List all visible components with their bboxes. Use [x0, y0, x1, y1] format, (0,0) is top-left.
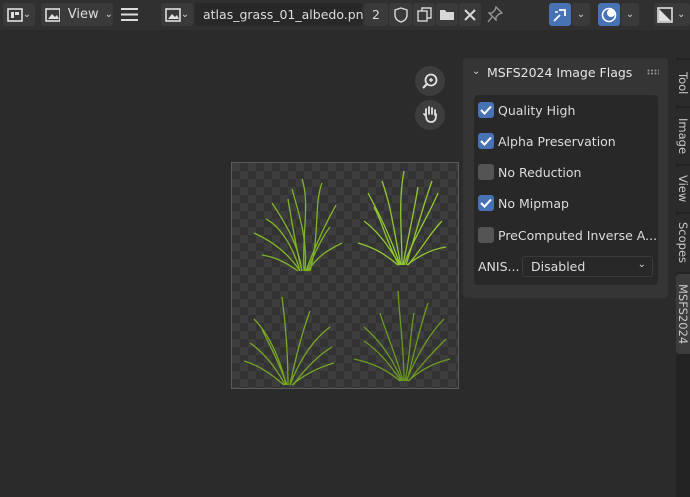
shield-icon [393, 6, 408, 23]
tab-tool-label: Tool [676, 71, 690, 95]
chevron-down-icon: ⌄ [180, 9, 190, 20]
tab-msfs2024[interactable]: MSFS2024 [676, 274, 690, 354]
image-name-text: atlas_grass_01_albedo.png [203, 7, 372, 22]
fake-user-button[interactable] [389, 3, 412, 26]
checkbox-checked-icon[interactable] [478, 133, 494, 149]
checkbox-checked-icon[interactable] [478, 195, 494, 211]
overlay-toggle-button[interactable] [598, 3, 620, 26]
tab-tool[interactable]: Tool [676, 60, 690, 106]
grass-tuft-1 [253, 178, 343, 272]
chevron-down-icon: ⌄ [104, 9, 113, 20]
anisotropy-select[interactable]: Disabled ⌄ [522, 256, 653, 277]
no-mipmap-checkbox[interactable]: No Mipmap [478, 192, 569, 214]
overlay-dropdown[interactable]: ⌄ [621, 3, 639, 26]
no-mipmap-label: No Mipmap [498, 195, 569, 211]
pin-icon[interactable] [487, 5, 504, 28]
pan-view-button[interactable] [415, 100, 445, 130]
quality-high-label: Quality High [498, 102, 576, 118]
image-name-field[interactable]: atlas_grass_01_albedo.png [195, 3, 372, 26]
anisotropy-label: ANIS... [478, 259, 520, 274]
tab-scopes-label: Scopes [676, 222, 690, 264]
sample-tool-icon [553, 8, 566, 22]
user-count-button[interactable]: 2 [364, 3, 388, 26]
editor-type-button[interactable]: ⌄ [3, 3, 35, 26]
tab-scopes[interactable]: Scopes [676, 214, 690, 272]
open-image-button[interactable] [436, 3, 458, 26]
chevron-down-icon: ⌄ [576, 9, 586, 20]
duplicate-button[interactable] [413, 3, 435, 26]
image-icon [45, 7, 60, 22]
tab-image[interactable]: Image [676, 108, 690, 164]
alpha-preservation-label: Alpha Preservation [498, 133, 616, 149]
display-channels-button[interactable]: ⌄ [654, 3, 690, 26]
grass-tuft-3 [243, 296, 335, 386]
duplicate-icon [416, 7, 432, 22]
image-editor-header: ⌄ View ⌄ ⌄ atlas_grass_01_albedo.png 2 ⌄ [0, 0, 690, 30]
panel-title[interactable]: MSFS2024 Image Flags [487, 65, 632, 80]
anisotropy-value: Disabled [531, 259, 586, 274]
tab-view-label: View [676, 175, 690, 203]
checkbox-unchecked-icon[interactable] [478, 227, 494, 243]
image-editor-icon [6, 7, 23, 22]
close-icon [464, 8, 476, 21]
overlay-icon [601, 7, 617, 22]
chevron-down-icon: ⌄ [22, 9, 32, 20]
chevron-down-icon: ⌄ [625, 9, 635, 20]
tab-image-label: Image [676, 117, 690, 155]
chevron-down-icon: ⌄ [637, 259, 646, 270]
precomputed-inverse-alpha-label: PreComputed Inverse A... [498, 227, 658, 243]
image-browse-button[interactable]: ⌄ [161, 3, 193, 26]
grass-tuft-4 [353, 290, 451, 382]
drag-handle-icon[interactable] [647, 69, 659, 75]
sample-tool-button[interactable] [549, 3, 571, 26]
image-canvas[interactable] [231, 162, 459, 389]
view-mode-label: View [67, 7, 99, 22]
sample-tool-dropdown[interactable]: ⌄ [572, 3, 590, 26]
image-icon [164, 7, 181, 22]
grass-tuft-2 [357, 170, 447, 266]
tab-view[interactable]: View [676, 166, 690, 212]
precomputed-inverse-alpha-checkbox[interactable]: PreComputed Inverse A... [478, 224, 657, 246]
tab-msfs2024-label: MSFS2024 [676, 283, 690, 345]
chevron-down-icon[interactable]: ⌄ [472, 66, 480, 77]
quality-high-checkbox[interactable]: Quality High [478, 99, 575, 121]
view-mode-dropdown[interactable]: View ⌄ [41, 3, 113, 26]
folder-icon [440, 10, 454, 20]
alpha-preservation-checkbox[interactable]: Alpha Preservation [478, 130, 616, 152]
checkbox-unchecked-icon[interactable] [478, 164, 494, 180]
no-reduction-checkbox[interactable]: No Reduction [478, 161, 581, 183]
user-count-text: 2 [372, 7, 380, 22]
hand-icon [423, 106, 437, 123]
no-reduction-label: No Reduction [498, 164, 582, 180]
sidebar-tabs: Tool Image View Scopes MSFS2024 [676, 58, 690, 497]
checkbox-checked-icon[interactable] [478, 102, 494, 118]
unlink-button[interactable] [459, 3, 481, 26]
grass-atlas-image [243, 170, 451, 386]
menu-icon[interactable] [121, 7, 139, 26]
chevron-down-icon: ⌄ [677, 9, 686, 20]
zoom-view-button[interactable] [415, 66, 445, 96]
display-channels-icon [657, 6, 673, 23]
zoom-icon [422, 73, 438, 89]
